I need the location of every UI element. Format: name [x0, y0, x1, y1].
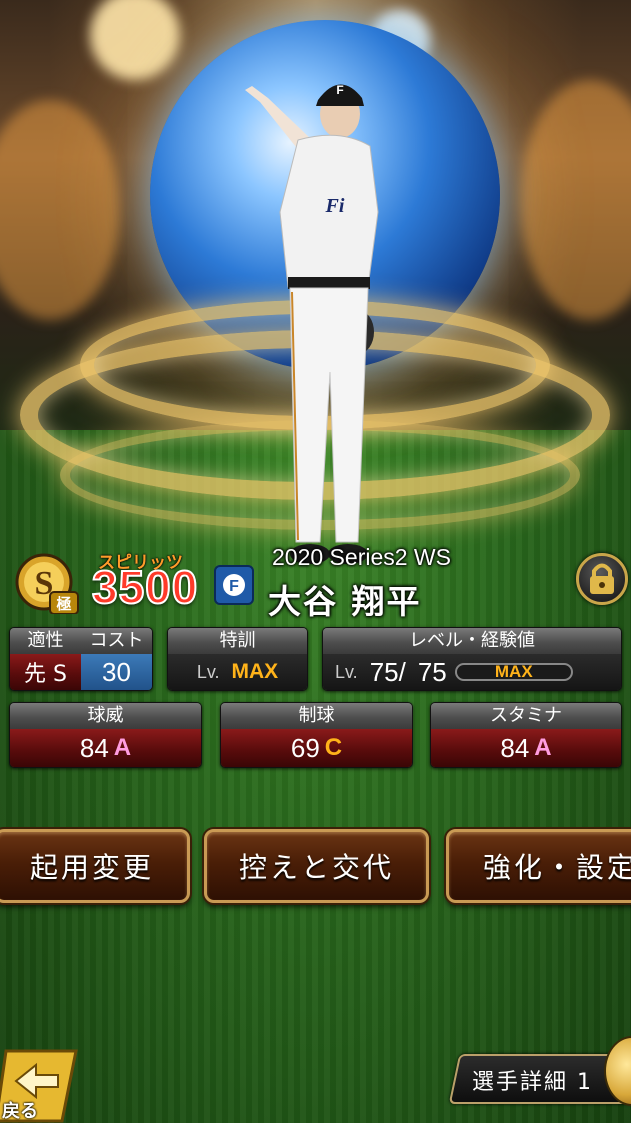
team-logo-icon: F [214, 565, 254, 605]
stat-grade: A [113, 734, 132, 761]
back-button[interactable]: 戻る [0, 1045, 82, 1123]
level-max: 75 [417, 656, 447, 687]
stat-label: 球威 [10, 703, 201, 729]
stat-value: 69 [290, 732, 320, 763]
player-illustration: F Fi [245, 83, 379, 564]
level-label: レベル・経験値 [323, 628, 621, 654]
svg-text:極: 極 [55, 595, 71, 613]
spirits-value: 3500 [91, 560, 199, 614]
exp-value: MAX [494, 662, 533, 681]
stat-value: 84 [500, 732, 530, 763]
lock-button[interactable] [576, 553, 628, 605]
stat-grade: A [534, 734, 552, 761]
lock-icon [590, 563, 614, 594]
training-label: 特訓 [168, 628, 307, 654]
series-label: 2020 Series2 WS [272, 544, 451, 570]
level-current: 75/ [369, 656, 406, 687]
back-label: 戻る [2, 1101, 38, 1122]
cost-value: 30 [81, 654, 152, 690]
training-lv-prefix: Lv. [196, 661, 220, 682]
player-detail-label: 選手詳細 1 [472, 1070, 593, 1095]
enhance-settings-button[interactable]: 強化・設定 [446, 829, 631, 903]
svg-text:Fi: Fi [325, 195, 345, 217]
stat-grade: C [324, 734, 343, 761]
stat-stamina-panel: スタミナ 84 A [430, 702, 622, 768]
stat-control-panel: 制球 69 C [220, 702, 413, 768]
stat-velocity-panel: 球威 84 A [9, 702, 202, 768]
exp-bar: MAX [454, 662, 573, 681]
player-name: 大谷 翔平 [268, 582, 422, 621]
stat-value: 84 [79, 732, 109, 763]
svg-text:F: F [336, 83, 343, 97]
training-value: MAX [231, 660, 279, 683]
level-panel: レベル・経験値 Lv. 75/ 75 MAX [322, 627, 622, 691]
training-panel: 特訓 Lv. MAX [167, 627, 308, 691]
change-lineup-button[interactable]: 起用変更 [0, 829, 190, 903]
aptitude-value: 先 S [10, 654, 81, 690]
rank-badge: S 極 [15, 553, 79, 614]
level-lv-prefix: Lv. [335, 661, 358, 682]
stat-label: 制球 [221, 703, 412, 729]
substitute-button[interactable]: 控えと交代 [204, 829, 429, 903]
aptitude-label: 適性 [10, 628, 81, 654]
aptitude-cost-panel: 適性 コスト 先 S 30 [9, 627, 153, 691]
cost-label: コスト [81, 628, 152, 654]
stat-label: スタミナ [431, 703, 621, 729]
svg-text:F: F [229, 578, 239, 595]
